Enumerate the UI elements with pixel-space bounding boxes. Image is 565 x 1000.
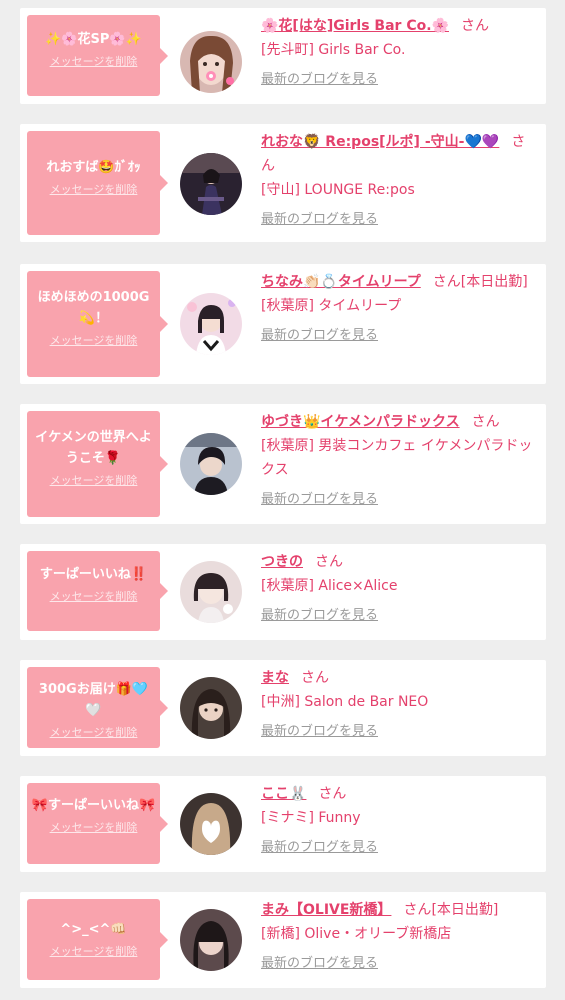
message-text: 🎀すーぱーいいね🎀 [31, 798, 156, 813]
latest-blog-link[interactable]: 最新のブログを見る [261, 952, 378, 971]
message-bubble: イケメンの世界へようこそ🌹 メッセージを削除 [27, 411, 168, 517]
item-info: まみ【OLIVE新橋】 さん[本日出勤] [新橋] Olive・オリーブ新橋店 最… [261, 898, 538, 971]
item-info: まな さん [中洲] Salon de Bar NEO 最新のブログを見る [261, 666, 538, 739]
shop-name: [秋葉原] タイムリープ [261, 298, 402, 314]
latest-blog-link[interactable]: 最新のブログを見る [261, 68, 378, 87]
message-bubble: ✨🌸花SP🌸✨ メッセージを削除 [27, 15, 168, 96]
cast-name-link[interactable]: つきの [261, 554, 303, 570]
avatar[interactable] [180, 793, 242, 855]
message-bubble: ^>_<^👊🏻 メッセージを削除 [27, 899, 168, 980]
latest-blog-link[interactable]: 最新のブログを見る [261, 324, 378, 343]
avatar[interactable] [180, 677, 242, 739]
message-text: ^>_<^👊🏻 [60, 922, 127, 937]
message-bubble: 300Gお届け🎁🩵🤍 メッセージを削除 [27, 667, 168, 748]
item-info: ちなみ👏🏻💍タイムリープ さん[本日出勤] [秋葉原] タイムリープ 最新のブログ… [261, 270, 538, 343]
latest-blog-link[interactable]: 最新のブログを見る [261, 836, 378, 855]
message-bubble: すーぱーいいね‼️ メッセージを削除 [27, 551, 168, 631]
latest-blog-link[interactable]: 最新のブログを見る [261, 604, 378, 623]
message-text: 300Gお届け🎁🩵🤍 [38, 682, 149, 718]
cast-name-link[interactable]: ゆづき👑イケメンパラドックス [261, 414, 460, 430]
latest-blog-link[interactable]: 最新のブログを見る [261, 720, 378, 739]
message-bubble: れおすば🤩ｶﾞｵｯ メッセージを削除 [27, 131, 168, 235]
san-label: さん [432, 274, 461, 290]
list-item: ✨🌸花SP🌸✨ メッセージを削除 🌸花[はな]Girls Bar Co.🌸 さん … [20, 8, 546, 104]
cast-name-link[interactable]: まみ【OLIVE新橋】 [261, 902, 391, 918]
message-text: ✨🌸花SP🌸✨ [45, 32, 142, 47]
message-text: れおすば🤩ｶﾞｵｯ [46, 160, 141, 175]
delete-message-link[interactable]: メッセージを削除 [50, 181, 138, 197]
cast-name-link[interactable]: れおな🦁 Re:pos[ルポ] -守山-💙💜 [261, 134, 499, 150]
list-item: 🎀すーぱーいいね🎀 メッセージを削除 ここ🐰 さん [ミナミ] Funny 最新の… [20, 776, 546, 872]
latest-blog-link[interactable]: 最新のブログを見る [261, 488, 378, 507]
san-label: さん [460, 18, 489, 34]
cast-name-link[interactable]: 🌸花[はな]Girls Bar Co.🌸 [261, 18, 449, 34]
message-bubble: ほめほめの1000G💫！ メッセージを削除 [27, 271, 168, 377]
message-text: ほめほめの1000G💫！ [37, 290, 150, 326]
cast-name-link[interactable]: ここ🐰 [261, 786, 306, 802]
delete-message-link[interactable]: メッセージを削除 [50, 472, 138, 488]
list-item: 300Gお届け🎁🩵🤍 メッセージを削除 まな さん [中洲] Salon de B… [20, 660, 546, 756]
item-info: れおな🦁 Re:pos[ルポ] -守山-💙💜 さん [守山] LOUNGE Re:… [261, 130, 538, 227]
list-item: すーぱーいいね‼️ メッセージを削除 つきの さん [秋葉原] Alice×Ali… [20, 544, 546, 640]
status-badge: [本日出勤] [431, 902, 499, 918]
cast-name-link[interactable]: まな [261, 670, 289, 686]
list-item: ほめほめの1000G💫！ メッセージを削除 ちなみ👏🏻💍タイムリープ さん[本日出… [20, 264, 546, 384]
san-label: さん [403, 902, 432, 918]
san-label: さん [315, 554, 343, 570]
item-info: ここ🐰 さん [ミナミ] Funny 最新のブログを見る [261, 782, 538, 855]
delete-message-link[interactable]: メッセージを削除 [50, 332, 138, 348]
delete-message-link[interactable]: メッセージを削除 [50, 588, 138, 604]
latest-blog-link[interactable]: 最新のブログを見る [261, 208, 378, 227]
delete-message-link[interactable]: メッセージを削除 [50, 819, 138, 835]
san-label: さん [318, 786, 347, 802]
message-bubble: 🎀すーぱーいいね🎀 メッセージを削除 [27, 783, 168, 864]
san-label: さん [301, 670, 329, 686]
avatar[interactable] [180, 153, 242, 215]
avatar[interactable] [180, 909, 242, 971]
item-info: 🌸花[はな]Girls Bar Co.🌸 さん [先斗町] Girls Bar C… [261, 14, 538, 87]
shop-name: [ミナミ] Funny [261, 810, 361, 826]
cast-name-link[interactable]: ちなみ👏🏻💍タイムリープ [261, 274, 421, 290]
shop-name: [守山] LOUNGE Re:pos [261, 182, 415, 198]
delete-message-link[interactable]: メッセージを削除 [50, 53, 138, 69]
avatar[interactable] [180, 293, 242, 355]
delete-message-link[interactable]: メッセージを削除 [50, 724, 138, 740]
shop-name: [秋葉原] 男装コンカフェ イケメンパラドックス [261, 438, 533, 478]
shop-name: [中洲] Salon de Bar NEO [261, 694, 429, 710]
delete-message-link[interactable]: メッセージを削除 [50, 943, 138, 959]
message-list: ✨🌸花SP🌸✨ メッセージを削除 🌸花[はな]Girls Bar Co.🌸 さん … [0, 0, 565, 1000]
item-info: つきの さん [秋葉原] Alice×Alice 最新のブログを見る [261, 550, 538, 623]
message-text: すーぱーいいね‼️ [39, 567, 148, 582]
avatar[interactable] [180, 561, 242, 623]
item-info: ゆづき👑イケメンパラドックス さん [秋葉原] 男装コンカフェ イケメンパラドック… [261, 410, 538, 507]
shop-name: [先斗町] Girls Bar Co. [261, 42, 406, 58]
avatar[interactable] [180, 433, 242, 495]
list-item: れおすば🤩ｶﾞｵｯ メッセージを削除 れおな🦁 Re:pos[ルポ] -守山-💙… [20, 124, 546, 242]
shop-name: [新橋] Olive・オリーブ新橋店 [261, 926, 452, 942]
list-item: イケメンの世界へようこそ🌹 メッセージを削除 ゆづき👑イケメンパラドックス さん … [20, 404, 546, 524]
san-label: さん [471, 414, 500, 430]
shop-name: [秋葉原] Alice×Alice [261, 578, 398, 594]
status-badge: [本日出勤] [460, 274, 528, 290]
list-item: ^>_<^👊🏻 メッセージを削除 まみ【OLIVE新橋】 さん[本日出勤] [新橋… [20, 892, 546, 988]
message-text: イケメンの世界へようこそ🌹 [35, 430, 152, 466]
avatar[interactable] [180, 31, 242, 93]
